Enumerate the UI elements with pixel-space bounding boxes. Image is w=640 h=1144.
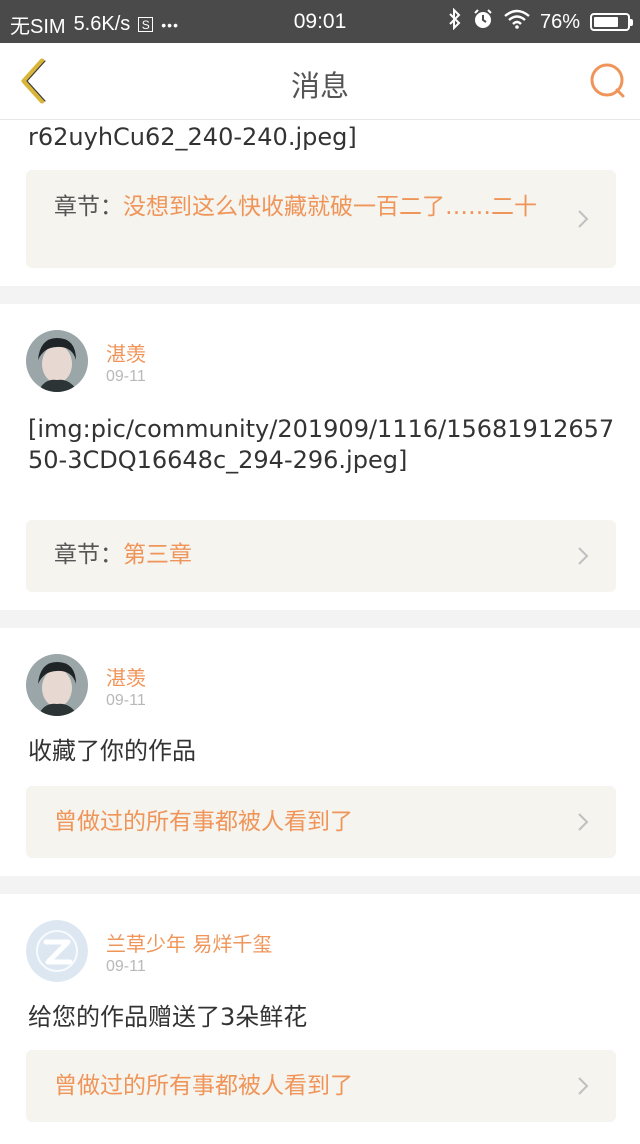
message-body: [img:pic/community/201909/1116/156819126… (28, 415, 615, 474)
avatar[interactable] (26, 920, 88, 982)
ref-text: 第三章 (123, 542, 192, 568)
avatar[interactable] (26, 330, 88, 392)
ref-label: 章节： (54, 194, 123, 220)
ref-label: 章节： (54, 542, 123, 568)
username[interactable]: 湛羡 (106, 662, 146, 691)
battery-fill (594, 17, 618, 27)
ref-text: 曾做过的所有事都被人看到了 (54, 1073, 353, 1099)
chevron-right-icon (578, 813, 589, 831)
work-reference[interactable]: 曾做过的所有事都被人看到了 (26, 786, 616, 858)
chevron-right-icon (578, 210, 589, 228)
chapter-reference[interactable]: 章节：第三章 (26, 520, 616, 592)
page-title: 消息 (290, 69, 349, 103)
message-card: 湛羡 09-11 收藏了你的作品 曾做过的所有事都被人看到了 (0, 628, 640, 876)
message-body: r62uyhCu62_240-240.jpeg] (28, 123, 357, 151)
message-body: 收藏了你的作品 (28, 737, 196, 765)
ref-text: 没想到这么快收藏就破一百二了……二十 (123, 194, 537, 220)
message-card: 兰草少年 易烊千玺 09-11 给您的作品赠送了3朵鲜花 曾做过的所有事都被人看… (0, 894, 640, 1144)
username[interactable]: 湛羡 (106, 338, 146, 367)
nav-bar: 消息 (0, 43, 640, 120)
avatar[interactable] (26, 654, 88, 716)
search-button[interactable] (588, 61, 628, 101)
message-card: r62uyhCu62_240-240.jpeg] 章节：没想到这么快收藏就破一百… (0, 120, 640, 286)
chapter-reference[interactable]: 章节：没想到这么快收藏就破一百二了……二十 (26, 170, 616, 268)
ref-text: 曾做过的所有事都被人看到了 (54, 809, 353, 835)
bluetooth-icon (448, 7, 462, 36)
message-card: 湛羡 09-11 [img:pic/community/201909/1116/… (0, 304, 640, 610)
work-reference[interactable]: 曾做过的所有事都被人看到了 (26, 1050, 616, 1122)
message-date: 09-11 (106, 692, 146, 709)
status-bar: 无SIM 5.6K/s S ••• 09:01 76% (0, 0, 640, 43)
search-icon (590, 63, 625, 98)
alarm-icon (472, 8, 494, 36)
battery-percent: 76% (539, 10, 580, 33)
battery-icon (590, 13, 633, 31)
message-body: 给您的作品赠送了3朵鲜花 (28, 1003, 308, 1031)
wifi-icon (504, 9, 530, 35)
message-date: 09-11 (106, 958, 146, 975)
username[interactable]: 兰草少年 易烊千玺 (106, 928, 272, 957)
message-date: 09-11 (106, 368, 146, 385)
chevron-right-icon (578, 1077, 589, 1095)
chevron-right-icon (578, 547, 589, 565)
